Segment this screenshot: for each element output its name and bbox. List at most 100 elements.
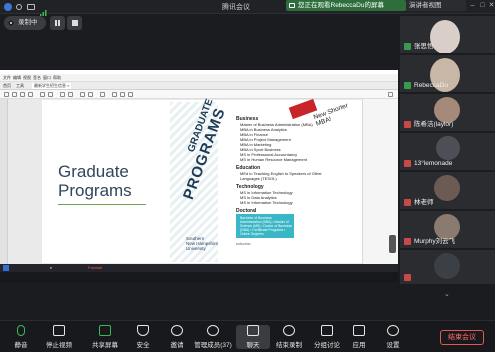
- tab-bar: 首页 工具 最新学生招生信息 ×: [0, 82, 398, 90]
- comment-icon[interactable]: [112, 92, 117, 97]
- menu-item[interactable]: 签名: [33, 75, 41, 81]
- members-icon: [207, 325, 219, 336]
- pdf-toolbar: [0, 90, 398, 99]
- end-meeting-button[interactable]: 结束会议: [440, 330, 484, 345]
- chevron-down-icon[interactable]: ⌄: [444, 290, 450, 298]
- degree-callout-box: Bachelor of Business Administration (BBA…: [236, 214, 294, 238]
- chat-button[interactable]: 聊天: [236, 325, 270, 349]
- taskbar: e Foxmail: [0, 264, 398, 272]
- brochure-footer: snhu.edu: [236, 242, 251, 246]
- collapse-handle[interactable]: [389, 235, 396, 253]
- apps-icon: [353, 325, 365, 336]
- left-nav-pane[interactable]: [0, 99, 8, 264]
- recording-label: 录制中: [18, 19, 38, 26]
- sign-icon[interactable]: [128, 92, 133, 97]
- participant-tile[interactable]: 林老师: [400, 172, 495, 209]
- participant-name: RebeccaDu: [414, 82, 448, 89]
- tab-document[interactable]: 最新学生招生信息 ×: [32, 83, 72, 89]
- shield-icon: [137, 325, 149, 336]
- stop-recording-button[interactable]: [67, 16, 82, 30]
- breakout-icon: [321, 325, 333, 336]
- taskbar-app-ie[interactable]: e: [50, 265, 52, 270]
- university-logo: Southern New Hampshire University: [186, 236, 219, 251]
- participant-name: 张思悟: [414, 43, 434, 50]
- maximize-icon[interactable]: □: [478, 1, 487, 10]
- program-item: MS in Human Resource Management: [240, 157, 307, 162]
- info-icon[interactable]: [16, 4, 22, 10]
- stop-video-label: 停止视频: [46, 342, 72, 349]
- mic-on-icon: [404, 82, 411, 89]
- next-page-icon[interactable]: [48, 92, 53, 97]
- screen-share-notice[interactable]: 您正在观看RebeccaDu的屏幕: [286, 0, 406, 11]
- gear-icon: [387, 325, 399, 336]
- speaker-view-button[interactable]: 演讲者视图: [406, 0, 466, 11]
- mic-muted-icon: [404, 238, 411, 245]
- participant-tile[interactable]: 张思悟: [400, 16, 495, 53]
- tab-tools[interactable]: 工具: [16, 83, 24, 89]
- menu-item[interactable]: 帮助: [53, 75, 61, 81]
- fit-icon[interactable]: [100, 92, 105, 97]
- save-icon[interactable]: [4, 92, 9, 97]
- microphone-icon: [17, 325, 25, 336]
- window-title: 腾讯会议: [222, 4, 250, 11]
- minimize-icon[interactable]: –: [468, 1, 477, 10]
- share-screen-icon: [99, 325, 111, 336]
- stop-record-button[interactable]: 结束录制: [272, 325, 306, 349]
- tab-home[interactable]: 首页: [3, 83, 11, 89]
- invite-button[interactable]: 邀请: [160, 325, 194, 349]
- menu-bar: 文件 编辑 视图 签名 窗口 帮助: [0, 74, 398, 82]
- participant-tile[interactable]: RebeccaDu: [400, 55, 495, 92]
- chat-icon: [247, 325, 259, 336]
- shield-small-icon[interactable]: [27, 4, 35, 10]
- stop-video-button[interactable]: 停止视频: [42, 325, 76, 349]
- brochure-left-title: Graduate Programs: [58, 162, 132, 200]
- participant-name: 陈希洁(laylor): [414, 121, 454, 128]
- pause-recording-button[interactable]: [50, 16, 65, 30]
- search-icon[interactable]: [28, 92, 33, 97]
- participant-tile[interactable]: Murphy刘云飞: [400, 211, 495, 248]
- prev-page-icon[interactable]: [40, 92, 45, 97]
- windows-start-icon[interactable]: [3, 265, 9, 271]
- callout-text: Bachelor of Business Administration (BBA…: [240, 216, 292, 236]
- mic-muted-icon: [404, 199, 411, 206]
- mic-muted-icon: [404, 160, 411, 167]
- menu-item[interactable]: 窗口: [43, 75, 51, 81]
- pointer-icon[interactable]: [60, 92, 65, 97]
- menu-item[interactable]: 编辑: [13, 75, 21, 81]
- mute-button[interactable]: 静音: [4, 325, 38, 349]
- highlight-icon[interactable]: [120, 92, 125, 97]
- shared-bottom-strip: [0, 272, 398, 282]
- participant-tile[interactable]: [400, 250, 495, 284]
- recording-controls: 录制中: [4, 16, 89, 30]
- participant-video: [434, 175, 460, 201]
- recording-status[interactable]: 录制中: [4, 16, 46, 30]
- zoom-in-icon[interactable]: [88, 92, 93, 97]
- signal-icon: [40, 3, 48, 16]
- close-icon[interactable]: ✕: [487, 1, 495, 10]
- share-notice-text: 您正在观看RebeccaDu的屏幕: [298, 2, 384, 9]
- participant-tile[interactable]: 13°lemonade: [400, 133, 495, 170]
- program-list: Business Master of Business Administrati…: [236, 113, 328, 220]
- participant-name: 13°lemonade: [414, 160, 453, 167]
- participant-name: 林老师: [414, 199, 434, 206]
- manage-members-button[interactable]: 管理成员(37): [194, 325, 232, 349]
- taskbar-app-foxmail[interactable]: Foxmail: [88, 265, 102, 270]
- print-icon[interactable]: [12, 92, 17, 97]
- participant-video: [430, 20, 460, 53]
- mail-icon[interactable]: [20, 92, 25, 97]
- share-icon[interactable]: [388, 92, 393, 97]
- participant-video: [434, 253, 460, 279]
- participant-scroll[interactable]: ⌄: [400, 290, 495, 298]
- screen-icon: [289, 3, 295, 8]
- settings-label: 设置: [386, 342, 400, 349]
- mic-muted-icon: [404, 121, 411, 128]
- menu-item[interactable]: 视图: [23, 75, 31, 81]
- zoom-out-icon[interactable]: [80, 92, 85, 97]
- share-screen-button[interactable]: 共享屏幕: [88, 325, 122, 349]
- menu-item[interactable]: 文件: [3, 75, 11, 81]
- record-icon: [8, 20, 14, 26]
- hand-icon[interactable]: [68, 92, 73, 97]
- program-item: MEd in Teaching English to Speakers of O…: [240, 171, 322, 181]
- settings-button[interactable]: 设置: [376, 325, 410, 349]
- participant-tile[interactable]: 陈希洁(laylor): [400, 94, 495, 131]
